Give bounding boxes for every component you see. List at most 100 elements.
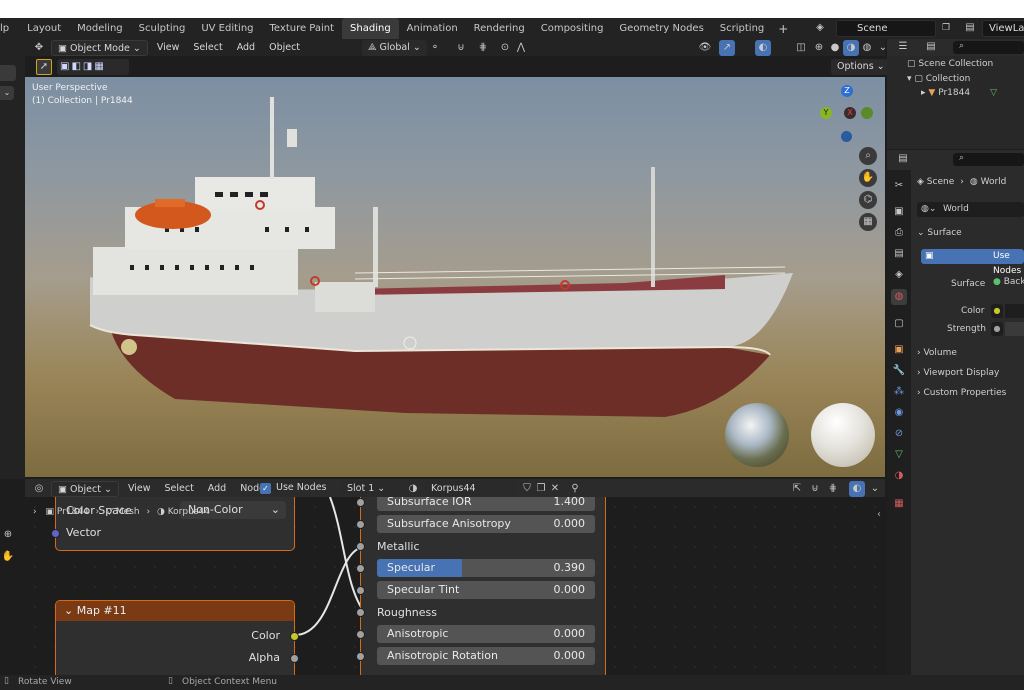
surface-value[interactable]: ● Background	[993, 277, 1024, 287]
tab-shading[interactable]: Shading	[342, 18, 399, 39]
view-layer-tab-icon[interactable]: ▤	[891, 246, 907, 262]
transform-orientation[interactable]: ⟁ Global ⌄	[362, 40, 427, 56]
mode-selector[interactable]: ▣ Object Mode ⌄	[51, 39, 148, 56]
gizmo-neg-y[interactable]	[861, 107, 873, 119]
output-tab-icon[interactable]: ⎙	[891, 225, 907, 241]
specular-socket[interactable]	[356, 564, 365, 573]
subsurface-anisotropy-socket[interactable]	[356, 520, 365, 529]
particles-tab-icon[interactable]: ⁂	[891, 384, 907, 400]
scene-icon[interactable]: ◈	[812, 20, 828, 36]
use-nodes-checkbox[interactable]: ✓	[260, 483, 271, 494]
use-nodes-button[interactable]: ▣ Use Nodes	[921, 249, 1024, 276]
tab-animation[interactable]: Animation	[399, 18, 466, 39]
object-tab-icon[interactable]: ▣	[891, 342, 907, 358]
menu-object[interactable]: Object	[264, 42, 305, 53]
breadcrumb-item-object[interactable]: Pr1844	[57, 507, 89, 517]
node-editor-type-icon[interactable]: ◎	[31, 481, 47, 497]
breadcrumb-item-mesh[interactable]: Mesh	[116, 507, 140, 517]
view-layer-selector[interactable]: ViewLayer	[982, 20, 1024, 37]
world-tab-icon[interactable]: ◍	[891, 289, 907, 305]
subsurface-ior-socket[interactable]	[356, 498, 365, 507]
tab-geometry-nodes[interactable]: Geometry Nodes	[611, 18, 711, 39]
selection-mode-icons[interactable]: ▣◧◨▦	[57, 59, 129, 75]
outliner-editor-icon[interactable]: ☰	[895, 39, 911, 55]
add-workspace-button[interactable]: +	[772, 22, 794, 36]
alpha-output-socket[interactable]	[290, 654, 299, 663]
overlay-toggle-icon[interactable]: ◐	[755, 40, 771, 56]
pan-hand-icon[interactable]: ✋	[859, 169, 877, 187]
gizmo-y-axis[interactable]: Y	[820, 107, 832, 119]
left-menu-stub[interactable]: lp	[0, 18, 19, 39]
node-pan-icon[interactable]: ✋	[0, 549, 16, 565]
editor-type-icon[interactable]: ✥	[31, 40, 47, 56]
tab-layout[interactable]: Layout	[19, 18, 69, 39]
gizmo-x-axis[interactable]: X	[844, 107, 856, 119]
view-layer-icon[interactable]: ▤	[962, 20, 978, 36]
node-menu-add[interactable]: Add	[203, 483, 231, 494]
subsurface-anisotropy-field[interactable]: Subsurface Anisotropy 0.000	[377, 515, 595, 533]
xray-icon[interactable]: ◫	[793, 40, 809, 56]
anisotropic-rotation-field[interactable]: Anisotropic Rotation 0.000	[377, 647, 595, 665]
node-overlay-dropdown-icon[interactable]: ⌄	[867, 481, 883, 497]
color-value-field[interactable]	[1005, 304, 1024, 318]
outliner-row-scene-collection[interactable]: ▢ Scene Collection	[907, 59, 993, 69]
shading-wireframe-icon[interactable]: ⊕	[811, 40, 827, 56]
left-tool-button[interactable]	[0, 65, 16, 81]
pivot-icon[interactable]: ⚬	[427, 40, 443, 56]
breadcrumb-item-material[interactable]: Korpus44	[168, 507, 210, 517]
visibility-icon[interactable]: 👁	[697, 40, 713, 56]
constraints-tab-icon[interactable]: ⊘	[891, 426, 907, 442]
tool-tab-icon[interactable]: ✂	[891, 178, 907, 194]
render-tab-icon[interactable]: ▣	[891, 204, 907, 220]
outliner-filter-display-icon[interactable]: ▤	[923, 39, 939, 55]
tab-compositing[interactable]: Compositing	[533, 18, 612, 39]
menu-select[interactable]: Select	[188, 42, 227, 53]
anisotropic-rotation-socket[interactable]	[356, 652, 365, 661]
principled-bsdf-node[interactable]: Subsurface IOR 1.400 Subsurface Anisotrop…	[356, 497, 606, 675]
tab-uv-editing[interactable]: UV Editing	[193, 18, 261, 39]
camera-view-icon[interactable]: ⌬	[859, 191, 877, 209]
falloff-icon[interactable]: ⋀	[513, 40, 529, 56]
material-tab-icon[interactable]: ◑	[891, 468, 907, 484]
slot-selector[interactable]: Slot 1 ⌄	[341, 481, 399, 497]
collapse-chevron-icon[interactable]: ⌄	[64, 604, 77, 617]
map-node-title[interactable]: ⌄ Map #11	[56, 601, 294, 621]
navigation-gizmo[interactable]: Z Y X	[817, 85, 877, 149]
outliner-row-object[interactable]: ▸ ▼ Pr1844 ▽	[921, 88, 997, 98]
color-socket-icon[interactable]: ●	[991, 304, 1003, 318]
snap-node-target-icon[interactable]: ⋕	[825, 481, 841, 497]
scene-tab-icon[interactable]: ◈	[891, 267, 907, 283]
options-button[interactable]: Options ⌄	[831, 59, 891, 75]
tab-modeling[interactable]: Modeling	[69, 18, 131, 39]
select-tool-icon[interactable]: ➚	[36, 59, 52, 75]
image-texture-node[interactable]: Color Space Non-Color ⌄ Vector	[51, 497, 295, 551]
3d-viewport[interactable]: User Perspective (1) Collection | Pr1844	[25, 77, 885, 477]
left-dropdown-icon[interactable]: ⌄	[0, 86, 14, 100]
map-node[interactable]: ⌄ Map #11 Color Alpha	[55, 600, 299, 675]
tab-texture-paint[interactable]: Texture Paint	[262, 18, 343, 39]
unlink-material-icon[interactable]: ✕	[547, 481, 563, 497]
node-zoom-icon[interactable]: ⊕	[0, 527, 16, 543]
color-output-socket[interactable]	[290, 632, 299, 641]
material-name-field[interactable]: Korpus44	[425, 481, 517, 497]
node-menu-select[interactable]: Select	[159, 483, 198, 494]
texture-tab-icon[interactable]: ▦	[891, 496, 907, 512]
specular-slider[interactable]: Specular 0.390	[377, 559, 595, 577]
proportional-edit-icon[interactable]: ⊙	[497, 40, 513, 56]
material-icon[interactable]: ◑	[405, 481, 421, 497]
node-menu-view[interactable]: View	[123, 483, 156, 494]
properties-editor-icon[interactable]: ▤	[895, 151, 911, 167]
metallic-socket[interactable]	[356, 542, 365, 551]
outliner-row-collection[interactable]: ▾ ▢ Collection	[907, 74, 970, 84]
snap-icon[interactable]: ⊍	[453, 40, 469, 56]
specular-tint-socket[interactable]	[356, 586, 365, 595]
gizmo-neg-z[interactable]	[841, 131, 852, 142]
breadcrumb-expand-icon[interactable]: ›	[33, 507, 37, 517]
snap-node-icon[interactable]: ⊍	[807, 481, 823, 497]
node-editor-canvas[interactable]: Color Space Non-Color ⌄ Vector › ▣ Pr1844…	[25, 497, 885, 675]
world-name-field[interactable]: ◍⌄ World	[917, 202, 1024, 217]
properties-search-input[interactable]: ⌕	[953, 153, 1024, 166]
modifier-tab-icon[interactable]: 🔧	[891, 363, 907, 379]
panel-surface-header[interactable]: ⌄ Surface	[917, 228, 962, 238]
shading-rendered-icon[interactable]: ◍	[859, 40, 875, 56]
